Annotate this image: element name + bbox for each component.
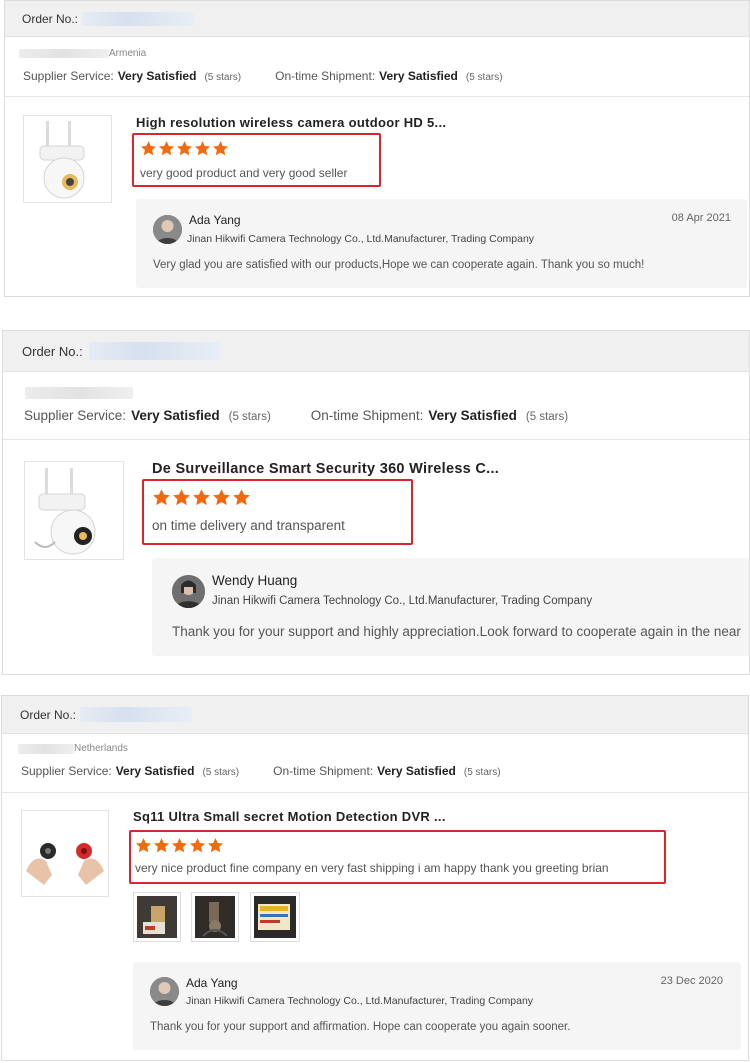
order-header: Order No.:: [5, 1, 749, 37]
shipment-stars: (5 stars): [465, 72, 503, 83]
reply-text: Thank you for your support and affirmati…: [150, 1021, 571, 1033]
review-text: very good product and very good seller: [140, 166, 348, 180]
mini-camera-image: [26, 843, 104, 885]
order-header: Order No.:: [3, 331, 749, 372]
review-card: Order No.: Supplier Service: Very Satisf…: [2, 330, 750, 675]
shipment-label: On-time Shipment:: [273, 764, 374, 778]
buyer-name-redacted: [19, 49, 109, 58]
star-icon: [135, 838, 152, 853]
product-title[interactable]: High resolution wireless camera outdoor …: [136, 115, 446, 130]
reply-company: Jinan Hikwifi Camera Technology Co., Ltd…: [212, 595, 593, 607]
shipment-value: Very Satisfied: [428, 408, 517, 423]
camera-image: [34, 468, 96, 555]
reply-text: Very glad you are satisfied with our pro…: [153, 259, 645, 271]
supplier-service-stars: (5 stars): [202, 767, 240, 778]
star-icon: [194, 141, 211, 156]
review-card: Order No.: Armenia Supplier Service: Ver…: [4, 0, 750, 297]
order-number-label: Order No.:: [20, 707, 77, 722]
product-thumbnail[interactable]: [23, 115, 112, 203]
buyer-name-redacted: [18, 743, 74, 754]
star-rating: [140, 140, 229, 157]
shipment-label: On-time Shipment:: [310, 408, 424, 423]
service-ratings: Supplier Service: Very Satisfied (5 star…: [21, 764, 501, 778]
review-photo[interactable]: [133, 892, 181, 942]
reply-date: 23 Dec 2020: [660, 975, 723, 987]
star-icon: [140, 141, 157, 156]
supplier-service-value: Very Satisfied: [117, 69, 197, 83]
order-number-redacted: [88, 342, 221, 360]
product-thumbnail[interactable]: [24, 461, 124, 560]
star-icon: [207, 838, 224, 853]
supplier-reply: Wendy Huang Jinan Hikwifi Camera Technol…: [152, 558, 749, 656]
product-thumbnail[interactable]: [21, 810, 109, 897]
service-ratings: Supplier Service: Very Satisfied (5 star…: [24, 408, 568, 423]
avatar: [153, 215, 182, 244]
buyer-country: Netherlands: [74, 743, 128, 754]
review-highlight: very nice product fine company en very f…: [129, 830, 666, 884]
reply-author: Wendy Huang: [212, 573, 298, 588]
star-icon: [153, 838, 170, 853]
reply-text: Thank you for your support and highly ap…: [172, 624, 741, 639]
reply-author: Ada Yang: [189, 213, 241, 227]
shipment-value: Very Satisfied: [377, 764, 456, 778]
star-rating: [135, 837, 224, 854]
review-highlight: on time delivery and transparent: [142, 479, 413, 545]
supplier-service-value: Very Satisfied: [115, 764, 195, 778]
star-icon: [173, 489, 190, 506]
review-photo[interactable]: [250, 892, 300, 942]
service-ratings: Supplier Service: Very Satisfied (5 star…: [23, 69, 503, 83]
shipment-stars: (5 stars): [525, 411, 569, 423]
star-icon: [158, 141, 175, 156]
star-icon: [153, 489, 170, 506]
divider: [2, 792, 748, 793]
avatar: [150, 977, 179, 1006]
order-number-label: Order No.:: [22, 343, 83, 359]
order-number-label: Order No.:: [22, 11, 79, 26]
buyer-name-redacted: [25, 387, 133, 399]
order-header: Order No.:: [2, 696, 748, 734]
reply-author: Ada Yang: [186, 976, 238, 990]
supplier-service-label: Supplier Service:: [23, 69, 114, 83]
star-icon: [212, 141, 229, 156]
product-title[interactable]: De Surveillance Smart Security 360 Wirel…: [152, 461, 499, 477]
buyer-location: [25, 387, 133, 399]
buyer-country: Armenia: [109, 48, 147, 59]
reply-company: Jinan Hikwifi Camera Technology Co., Ltd…: [186, 995, 534, 1007]
review-text: on time delivery and transparent: [152, 518, 345, 533]
avatar: [172, 575, 205, 608]
order-number-redacted: [82, 11, 195, 26]
supplier-service-value: Very Satisfied: [131, 408, 220, 423]
star-icon: [213, 489, 230, 506]
divider: [3, 439, 749, 440]
shipment-stars: (5 stars): [463, 767, 501, 778]
supplier-reply: Ada Yang Jinan Hikwifi Camera Technology…: [136, 199, 747, 288]
review-highlight: very good product and very good seller: [132, 133, 381, 187]
order-number-redacted: [80, 707, 193, 722]
reply-date: 08 Apr 2021: [671, 212, 731, 224]
camera-image: [39, 121, 85, 199]
review-card: Order No.: Netherlands Supplier Service:…: [1, 695, 749, 1061]
supplier-service-stars: (5 stars): [228, 411, 271, 423]
review-text: very nice product fine company en very f…: [135, 861, 609, 875]
shipment-label: On-time Shipment:: [275, 69, 376, 83]
star-icon: [189, 838, 206, 853]
divider: [5, 96, 749, 97]
shipment-value: Very Satisfied: [379, 69, 458, 83]
star-icon: [233, 489, 250, 506]
product-title[interactable]: Sq11 Ultra Small secret Motion Detection…: [133, 809, 446, 824]
reply-company: Jinan Hikwifi Camera Technology Co., Ltd…: [187, 233, 535, 245]
review-photo[interactable]: [191, 892, 239, 942]
star-icon: [171, 838, 188, 853]
supplier-service-label: Supplier Service:: [21, 764, 112, 778]
buyer-location: Armenia: [19, 48, 146, 59]
star-icon: [193, 489, 210, 506]
star-icon: [176, 141, 193, 156]
supplier-service-label: Supplier Service:: [24, 408, 127, 423]
star-rating: [152, 488, 251, 507]
supplier-service-stars: (5 stars): [204, 72, 242, 83]
supplier-reply: Ada Yang Jinan Hikwifi Camera Technology…: [133, 962, 741, 1050]
buyer-location: Netherlands: [18, 743, 128, 754]
